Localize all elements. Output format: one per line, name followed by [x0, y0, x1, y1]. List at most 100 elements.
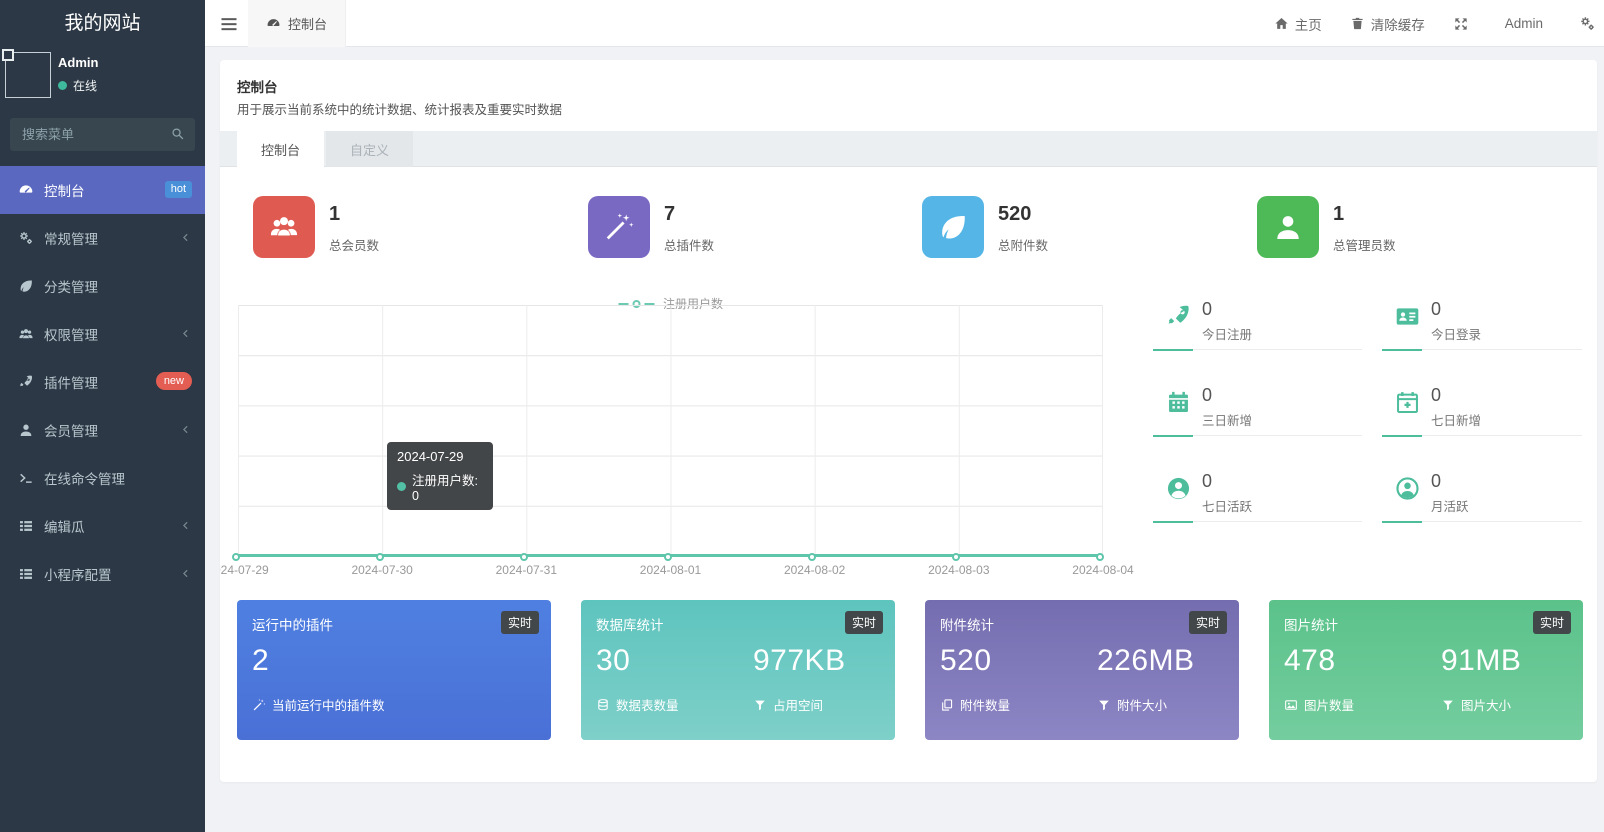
settings-gears-icon[interactable] [1579, 15, 1596, 32]
calendar-plus-icon [1394, 389, 1421, 416]
sidebar-item-addon[interactable]: 插件管理 new [0, 358, 205, 406]
chevron-left-icon [180, 232, 191, 243]
site-title: 我的网站 [0, 0, 205, 48]
realtime-badge: 实时 [501, 611, 539, 634]
terminal-icon [18, 470, 34, 486]
content-tabs: 控制台 自定义 [220, 131, 1597, 167]
realtime-badge: 实时 [1189, 611, 1227, 634]
sidebar-item-category[interactable]: 分类管理 [0, 262, 205, 310]
image-icon [1284, 698, 1298, 712]
card-running-addons: 运行中的插件 实时 2 当前运行中的插件数 [237, 600, 551, 740]
sidebar-item-auth[interactable]: 权限管理 [0, 310, 205, 358]
sidebar: 我的网站 Admin 在线 控制台 hot 常规管理 分类管理 权限管理 [0, 0, 205, 832]
stat-total-addons: 7总插件数 [588, 196, 714, 258]
gears-icon [18, 230, 34, 246]
mini-stat-today-login: 0今日登录 [1382, 302, 1582, 350]
topbar-tab-dashboard[interactable]: 控制台 [248, 0, 346, 47]
magic-wand-icon [252, 698, 266, 712]
chevron-left-icon [180, 520, 191, 531]
user-circle-outline-icon [1394, 475, 1421, 502]
sidebar-item-command[interactable]: 在线命令管理 [0, 454, 205, 502]
online-dot-icon [58, 81, 67, 90]
card-attachment-stats: 附件统计 实时 520 226MB 附件数量 附件大小 [925, 600, 1239, 740]
page-title: 控制台 [237, 76, 278, 96]
data-point-icon [808, 553, 816, 561]
user-status: 在线 [73, 77, 97, 94]
id-card-icon [1394, 303, 1421, 330]
home-link[interactable]: 主页 [1274, 14, 1322, 34]
mini-stat-today-register: 0今日注册 [1153, 302, 1362, 350]
user-panel: Admin 在线 [0, 50, 205, 108]
tab-custom[interactable]: 自定义 [326, 131, 413, 167]
user-icon [18, 422, 34, 438]
search-input[interactable] [10, 118, 195, 151]
mini-stat-month-active: 0月活跃 [1382, 474, 1582, 522]
mini-stat-7day-active: 0七日活跃 [1153, 474, 1362, 522]
mini-stat-7day-new: 0七日新增 [1382, 388, 1582, 436]
card-database-stats: 数据库统计 实时 30 977KB 数据表数量 占用空间 [581, 600, 895, 740]
chevron-left-icon [180, 568, 191, 579]
broken-image-icon [2, 49, 14, 61]
users-icon [253, 196, 315, 258]
data-point-icon [952, 553, 960, 561]
chart-tooltip: 2024-07-29 注册用户数: 0 [387, 442, 493, 510]
hot-badge: hot [165, 181, 192, 198]
realtime-badge: 实时 [1533, 611, 1571, 634]
list-icon [18, 518, 34, 534]
registered-users-chart[interactable]: 注册用户数 2024-07-29 注册用户数: 0 2024-07-29 202… [238, 305, 1103, 556]
filter-icon [1441, 698, 1455, 712]
stat-total-members: 1总会员数 [253, 196, 379, 258]
sidebar-item-general[interactable]: 常规管理 [0, 214, 205, 262]
chevron-left-icon [180, 328, 191, 339]
realtime-badge: 实时 [845, 611, 883, 634]
tab-dashboard[interactable]: 控制台 [237, 131, 324, 167]
mini-stat-3day-new: 0三日新增 [1153, 388, 1362, 436]
topbar: 控制台 主页 清除缓存 Admin [205, 0, 1604, 47]
data-point-icon [1096, 553, 1104, 561]
user-circle-icon [1165, 475, 1192, 502]
sidebar-item-miniprogram[interactable]: 小程序配置 [0, 550, 205, 598]
user-name: Admin [58, 55, 98, 70]
rocket-icon [18, 374, 34, 390]
series-dot-icon [397, 482, 406, 491]
user-icon [1257, 196, 1319, 258]
users-icon [18, 326, 34, 342]
data-point-icon [520, 553, 528, 561]
user-dropdown[interactable]: Admin [1497, 16, 1551, 31]
database-icon [596, 698, 610, 712]
stat-total-attachments: 520总附件数 [922, 196, 1048, 258]
dashboard-panel: 控制台 用于展示当前系统中的统计数据、统计报表及重要实时数据 控制台 自定义 1… [220, 60, 1597, 782]
sidebar-menu: 控制台 hot 常规管理 分类管理 权限管理 插件管理 new 会员管理 [0, 166, 205, 598]
filter-icon [753, 698, 767, 712]
leaf-icon [18, 278, 34, 294]
data-point-icon [664, 553, 672, 561]
trash-icon [1350, 16, 1365, 31]
clear-cache-button[interactable]: 清除缓存 [1350, 14, 1425, 34]
stat-total-admins: 1总管理员数 [1257, 196, 1396, 258]
new-badge: new [156, 372, 192, 390]
chart-plot-area [238, 305, 1103, 556]
avatar [5, 52, 51, 98]
home-icon [1274, 16, 1289, 31]
hamburger-icon[interactable] [219, 14, 239, 34]
calendar-icon [1165, 389, 1192, 416]
leaf-icon [922, 196, 984, 258]
magic-wand-icon [588, 196, 650, 258]
page-subtitle: 用于展示当前系统中的统计数据、统计报表及重要实时数据 [237, 99, 562, 118]
filter-icon [1097, 698, 1111, 712]
rocket-icon [1165, 303, 1192, 330]
menu-search [10, 118, 195, 151]
sidebar-item-dashboard[interactable]: 控制台 hot [0, 166, 205, 214]
clone-icon [940, 698, 954, 712]
chevron-left-icon [180, 424, 191, 435]
list-icon [18, 566, 34, 582]
sidebar-item-editor[interactable]: 编辑瓜 [0, 502, 205, 550]
sidebar-item-member[interactable]: 会员管理 [0, 406, 205, 454]
tachometer-icon [18, 182, 34, 198]
data-point-icon [232, 553, 240, 561]
card-image-stats: 图片统计 实时 478 91MB 图片数量 图片大小 [1269, 600, 1583, 740]
tachometer-icon [266, 16, 281, 31]
search-icon [170, 126, 185, 141]
data-point-icon [376, 553, 384, 561]
fullscreen-icon[interactable] [1453, 16, 1469, 32]
